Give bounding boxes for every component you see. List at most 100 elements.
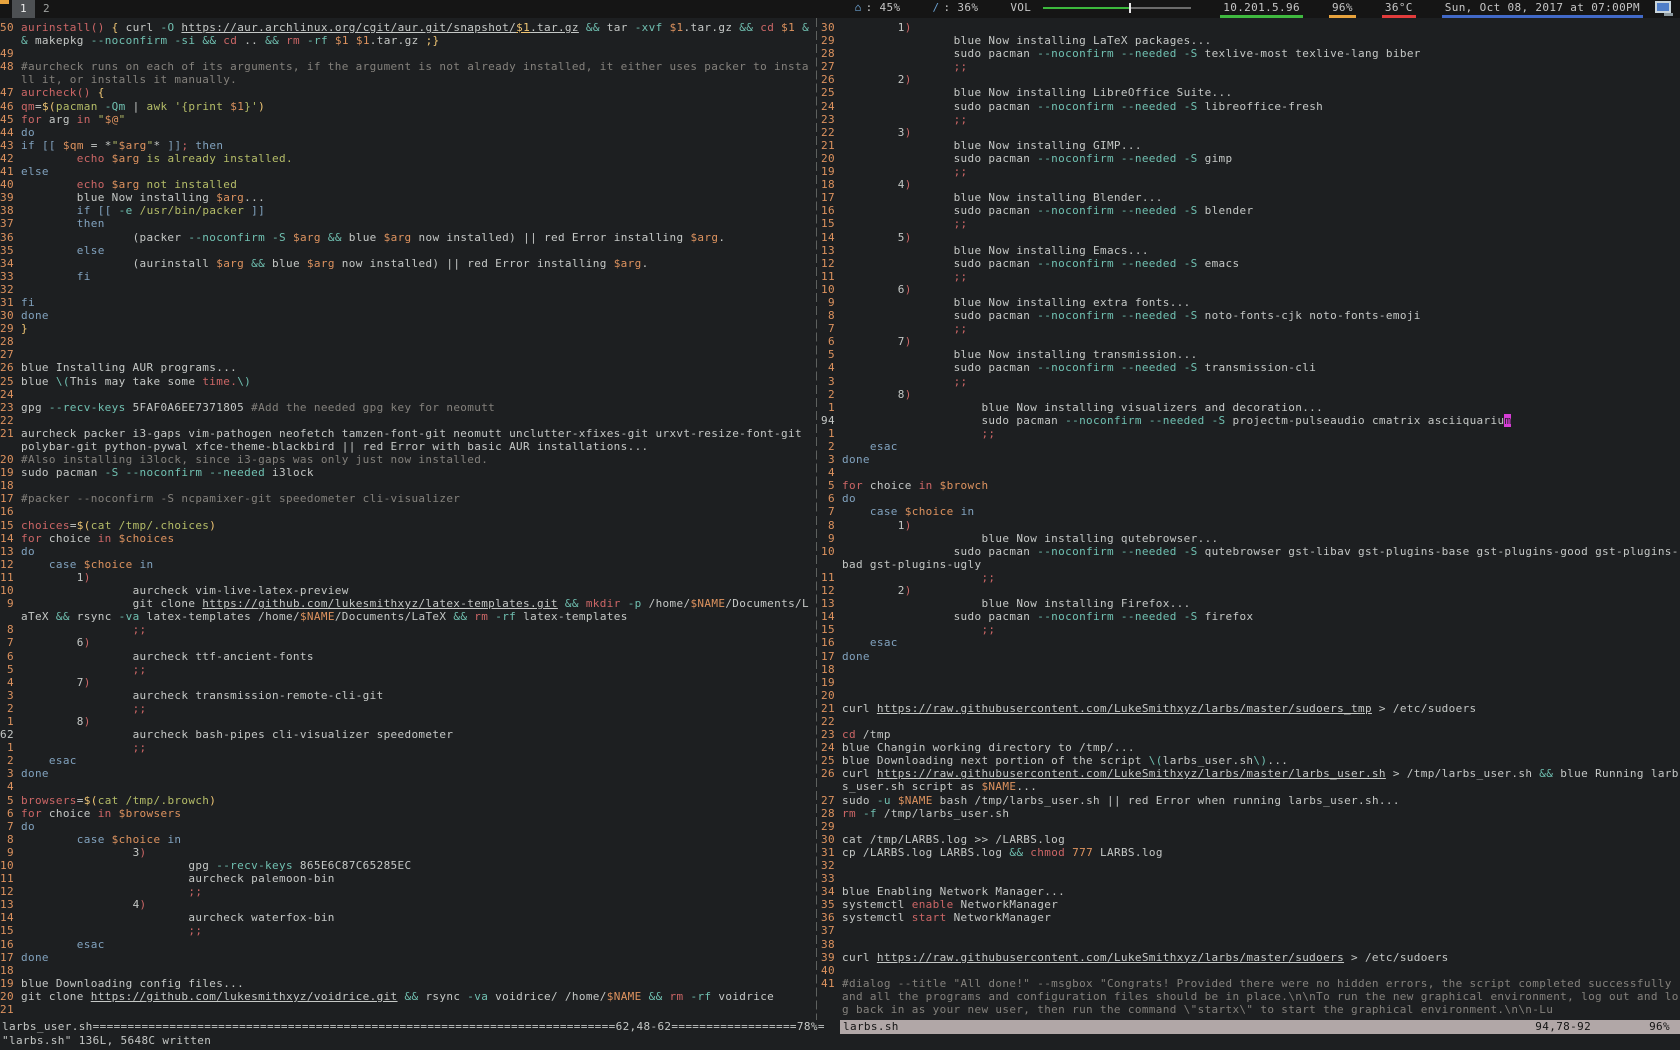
line-number: 8	[821, 309, 842, 322]
code-line: 32	[821, 859, 1680, 872]
code-text	[21, 964, 812, 977]
code-text	[842, 663, 1680, 676]
line-number: 21	[821, 702, 842, 715]
line-number: 21	[0, 1003, 21, 1016]
line-number: 33	[0, 270, 21, 283]
code-text: aurinstall() { curl -O https://aur.archl…	[21, 21, 812, 47]
line-number: 7	[0, 820, 21, 833]
code-line: 9 3)	[0, 846, 812, 859]
code-line: 48#aurcheck runs on each of its argument…	[0, 60, 812, 86]
code-line: 15 ;;	[821, 217, 1680, 230]
line-number: 18	[0, 479, 21, 492]
code-line: 42 echo $arg is already installed.	[0, 152, 812, 165]
code-line: 17#packer --noconfirm -S ncpamixer-git s…	[0, 492, 812, 505]
volume-slider[interactable]	[1043, 7, 1191, 9]
code-text: 1)	[842, 21, 1680, 34]
code-text: qm=$(pacman -Qm | awk '{print $1}')	[21, 100, 812, 113]
code-text: sudo pacman --noconfirm --needed -S emac…	[842, 257, 1680, 270]
code-text: then	[21, 217, 812, 230]
statusline-left-tail: =	[818, 1020, 825, 1033]
line-number: 28	[821, 807, 842, 820]
line-number: 24	[0, 388, 21, 401]
code-text: aurcheck ttf-ancient-fonts	[21, 650, 812, 663]
code-line: 2 8)	[821, 388, 1680, 401]
code-line: 19sudo pacman -S --noconfirm --needed i3…	[0, 466, 812, 479]
code-line: 27 ;;	[821, 60, 1680, 73]
code-text: blue Now installing LaTeX packages...	[842, 34, 1680, 47]
code-line: 37 then	[0, 217, 812, 230]
workspace-2[interactable]: 2	[35, 0, 58, 18]
code-line: 2 esac	[0, 754, 812, 767]
statusline-left-position: 62,48-62	[616, 1020, 672, 1033]
code-line: 3 aurcheck transmission-remote-cli-git	[0, 689, 812, 702]
code-line: 27sudo -u $NAME bash /tmp/larbs_user.sh …	[821, 794, 1680, 807]
line-number: 42	[0, 152, 21, 165]
code-text	[842, 715, 1680, 728]
code-text: git clone https://github.com/lukesmithxy…	[21, 990, 812, 1003]
line-number: 17	[821, 650, 842, 663]
code-text: #Also installing i3lock, since i3-gaps w…	[21, 453, 812, 466]
code-text: do	[21, 820, 812, 833]
code-text: (aurinstall $arg && blue $arg now instal…	[21, 257, 812, 270]
line-number: 30	[821, 833, 842, 846]
code-line: 4	[0, 780, 812, 793]
line-number: 10	[0, 584, 21, 597]
code-line: 39 blue Now installing $arg...	[0, 191, 812, 204]
line-number: 14	[0, 532, 21, 545]
code-line: 2 esac	[821, 440, 1680, 453]
code-text: blue Now installing LibreOffice Suite...	[842, 86, 1680, 99]
datetime-module: Sun, Oct 08, 2017 at 07:00PM	[1442, 0, 1643, 18]
workspace-1[interactable]: 1	[12, 0, 35, 18]
code-text: blue Now installing Emacs...	[842, 244, 1680, 257]
line-number: 6	[0, 650, 21, 663]
code-line: 11 1)	[0, 571, 812, 584]
volume-knob[interactable]	[1129, 3, 1131, 13]
system-tray-monitor-icon[interactable]	[1655, 1, 1674, 16]
line-number: 4	[821, 361, 842, 374]
code-text: done	[842, 453, 1680, 466]
code-text: if [[ -e /usr/bin/packer ]]	[21, 204, 812, 217]
code-line: 49	[0, 47, 812, 60]
ip-address-label: 10.201.5.96	[1223, 1, 1300, 14]
line-number: 26	[0, 361, 21, 374]
code-line: 15 ;;	[0, 924, 812, 937]
code-text: ;;	[842, 375, 1680, 388]
code-line: 19 ;;	[821, 165, 1680, 178]
line-number: 13	[0, 898, 21, 911]
code-text: do	[21, 126, 812, 139]
code-text: browsers=$(cat /tmp/.browch)	[21, 794, 812, 807]
line-number: 29	[821, 34, 842, 47]
line-number: 22	[821, 715, 842, 728]
code-text	[21, 414, 812, 427]
code-line: 30cat /tmp/LARBS.log >> /LARBS.log	[821, 833, 1680, 846]
code-text: 6)	[842, 283, 1680, 296]
code-line: 5 blue Now installing transmission...	[821, 348, 1680, 361]
vim-pane-right[interactable]: 30 1)29 blue Now installing LaTeX packag…	[821, 18, 1680, 1020]
code-text	[842, 820, 1680, 833]
line-number: 31	[0, 296, 21, 309]
code-line: 36 (packer --noconfirm -S $arg && blue $…	[0, 231, 812, 244]
code-text: blue Downloading config files...	[21, 977, 812, 990]
code-text: git clone https://github.com/lukesmithxy…	[21, 597, 812, 623]
code-text: sudo pacman --noconfirm --needed -S gimp	[842, 152, 1680, 165]
line-number: 39	[0, 191, 21, 204]
vim-pane-left[interactable]: 50aurinstall() { curl -O https://aur.arc…	[0, 18, 812, 1020]
code-text: sudo pacman -S --noconfirm --needed i3lo…	[21, 466, 812, 479]
code-text: 7)	[842, 335, 1680, 348]
battery-label: 96%	[1332, 1, 1353, 14]
line-number: 41	[821, 977, 842, 1016]
code-line: 1 8)	[0, 715, 812, 728]
line-number: 15	[0, 519, 21, 532]
code-line: 46qm=$(pacman -Qm | awk '{print $1}')	[0, 100, 812, 113]
code-text: aurcheck vim-live-latex-preview	[21, 584, 812, 597]
code-text: 3)	[21, 846, 812, 859]
volume-module[interactable]: VOL	[1007, 0, 1194, 18]
home-usage-icon: ⌂	[855, 1, 862, 14]
code-text: sudo pacman --noconfirm --needed -S fire…	[842, 610, 1680, 623]
code-line: 43if [[ $qm = *"$arg"* ]]; then	[0, 139, 812, 152]
line-number: 7	[821, 322, 842, 335]
line-number: 12	[821, 584, 842, 597]
vertical-split-separator[interactable]	[812, 18, 821, 1020]
line-number: 2	[821, 440, 842, 453]
code-text: 4)	[21, 898, 812, 911]
